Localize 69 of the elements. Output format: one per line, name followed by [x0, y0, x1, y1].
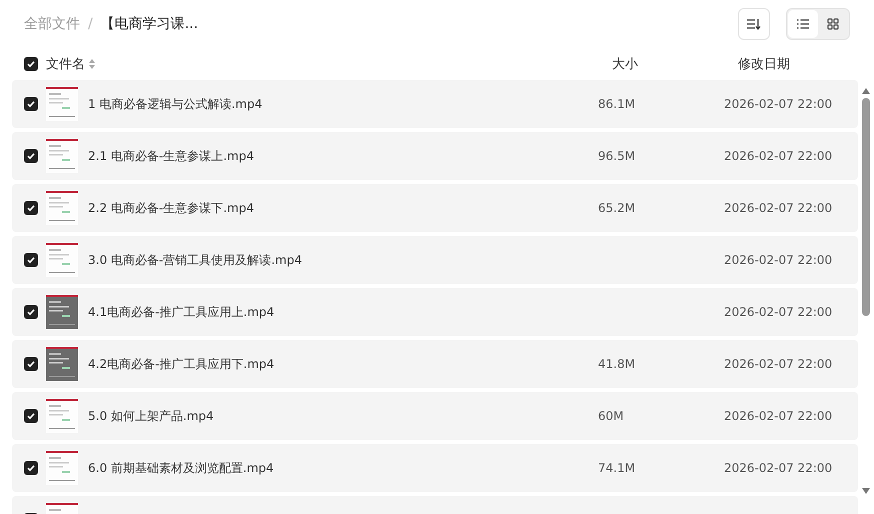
file-row[interactable]: 5.0 如何上架产品.mp4 60M 2026-02-07 22:00	[12, 392, 858, 440]
file-name: 4.2电商必备-推广工具应用下.mp4	[88, 356, 276, 372]
checkbox[interactable]	[24, 409, 38, 423]
video-thumbnail	[46, 451, 78, 485]
checkmark-icon	[26, 59, 36, 69]
checkbox[interactable]	[24, 201, 38, 215]
list-view-button[interactable]	[788, 10, 818, 38]
checkmark-icon	[26, 255, 36, 265]
video-thumbnail	[46, 191, 78, 225]
checkmark-icon	[26, 99, 36, 109]
modified-date: 2026-02-07 22:00	[724, 201, 832, 215]
file-row[interactable]: 4.1电商必备-推广工具应用上.mp4 2026-02-07 22:00	[12, 288, 858, 336]
checkmark-icon	[26, 203, 36, 213]
file-size: 74.1M	[598, 461, 636, 475]
scrollbar-thumb[interactable]	[862, 98, 870, 316]
file-row[interactable]: 1 电商必备逻辑与公式解读.mp4 86.1M 2026-02-07 22:00	[12, 80, 858, 128]
checkbox[interactable]	[24, 461, 38, 475]
checkbox[interactable]	[24, 253, 38, 267]
file-size: 41.8M	[598, 357, 636, 371]
modified-date: 2026-02-07 22:00	[724, 253, 832, 267]
scroll-down-icon[interactable]	[862, 488, 870, 494]
checkbox[interactable]	[24, 305, 38, 319]
checkmark-icon	[26, 151, 36, 161]
file-size: 60M	[598, 409, 624, 423]
video-thumbnail	[46, 243, 78, 277]
column-header: 大小	[612, 56, 639, 73]
checkmark-icon	[26, 463, 36, 473]
file-row[interactable]: 2.1 电商必备-生意参谋上.mp4 96.5M 2026-02-07 22:00	[12, 132, 858, 180]
video-thumbnail	[46, 399, 78, 433]
breadcrumb-separator: /	[88, 16, 93, 32]
sort-button[interactable]	[738, 8, 770, 40]
file-name: 2.1 电商必备-生意参谋上.mp4	[88, 148, 255, 164]
sort-icon	[747, 18, 761, 30]
file-name: 4.1电商必备-推广工具应用上.mp4	[88, 304, 276, 320]
column-header: 修改日期	[738, 56, 790, 73]
file-size: 96.5M	[598, 149, 636, 163]
file-name: 2.2 电商必备-生意参谋下.mp4	[88, 200, 255, 216]
file-row[interactable]: 2.2 电商必备-生意参谋下.mp4 65.2M 2026-02-07 22:00	[12, 184, 858, 232]
modified-date: 2026-02-07 22:00	[724, 461, 832, 475]
checkbox[interactable]	[24, 97, 38, 111]
file-size: 65.2M	[598, 201, 636, 215]
modified-date: 2026-02-07 22:00	[724, 149, 832, 163]
list-icon	[797, 19, 809, 29]
checkmark-icon	[26, 411, 36, 421]
video-thumbnail	[46, 87, 78, 121]
grid-icon	[827, 18, 839, 30]
file-row[interactable]: 4.2电商必备-推广工具应用下.mp4 41.8M 2026-02-07 22:00	[12, 340, 858, 388]
checkmark-icon	[26, 307, 36, 317]
checkmark-icon	[26, 359, 36, 369]
modified-date: 2026-02-07 22:00	[724, 305, 832, 319]
video-thumbnail	[46, 295, 78, 329]
video-thumbnail	[46, 347, 78, 381]
checkbox[interactable]	[24, 357, 38, 371]
file-row[interactable]: 3.0 电商必备-营销工具使用及解读.mp4 2026-02-07 22:00	[12, 236, 858, 284]
checkbox[interactable]	[24, 57, 38, 71]
modified-date: 2026-02-07 22:00	[724, 97, 832, 111]
modified-date: 2026-02-07 22:00	[724, 357, 832, 371]
breadcrumb-item[interactable]: 【电商学习课...	[100, 15, 198, 33]
file-name: 1 电商必备逻辑与公式解读.mp4	[88, 96, 264, 112]
checkbox[interactable]	[24, 149, 38, 163]
file-size: 86.1M	[598, 97, 636, 111]
scroll-up-icon[interactable]	[862, 88, 870, 94]
modified-date: 2026-02-07 22:00	[724, 409, 832, 423]
video-thumbnail	[46, 139, 78, 173]
file-name: 6.0 前期基础素材及浏览配置.mp4	[88, 460, 275, 476]
file-name: 3.0 电商必备-营销工具使用及解读.mp4	[88, 252, 303, 268]
file-name: 5.0 如何上架产品.mp4	[88, 408, 215, 424]
file-row[interactable]: 6.0 前期基础素材及浏览配置.mp4 74.1M 2026-02-07 22:00	[12, 444, 858, 492]
column-header[interactable]: 文件名	[46, 55, 85, 73]
